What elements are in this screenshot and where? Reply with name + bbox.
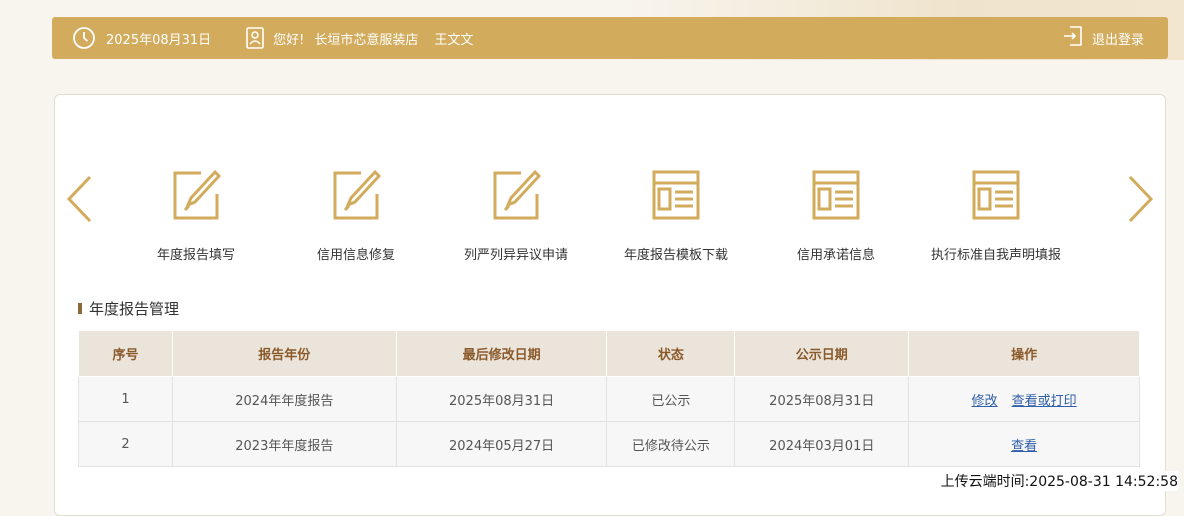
function-template-download[interactable]: 年度报告模板下载 — [601, 168, 751, 263]
clock-icon — [72, 26, 96, 50]
cell-status: 已公示 — [606, 376, 736, 422]
function-credit-repair[interactable]: 信用信息修复 — [281, 168, 431, 263]
cell-report-year: 2023年年度报告 — [171, 421, 397, 467]
annual-report-table: 序号 报告年份 最后修改日期 状态 公示日期 操作 1 2024年年度报告 20… — [78, 330, 1140, 467]
current-date: 2025年08月31日 — [106, 32, 212, 48]
cell-actions: 查看 — [908, 421, 1140, 467]
table-row: 2 2023年年度报告 2024年05月27日 已修改待公示 2024年03月0… — [78, 421, 1140, 467]
column-header: 报告年份 — [171, 330, 397, 377]
column-header: 最后修改日期 — [395, 330, 608, 377]
function-label: 执行标准自我声明填报 — [930, 248, 1061, 263]
logout-label: 退出登录 — [1091, 32, 1144, 48]
section-title-text: 年度报告管理 — [89, 300, 180, 318]
function-label: 列严列异异议申请 — [463, 248, 568, 263]
function-annual-report-fill[interactable]: 年度报告填写 — [121, 168, 271, 263]
edit-link[interactable]: 修改 — [972, 394, 998, 409]
table-row: 1 2024年年度报告 2025年08月31日 已公示 2025年08月31日 … — [78, 376, 1140, 422]
cell-actions: 修改 查看或打印 — [908, 376, 1140, 422]
cell-report-year: 2024年年度报告 — [171, 376, 397, 422]
upload-time: 上传云端时间:2025-08-31 14:52:58 — [940, 471, 1178, 491]
view-print-link[interactable]: 查看或打印 — [1012, 394, 1077, 409]
function-objection-application[interactable]: 列严列异异议申请 — [441, 168, 591, 263]
upload-timestamp: 2025-08-31 14:52:58 — [1029, 474, 1178, 490]
cell-no: 2 — [78, 421, 173, 467]
cell-no: 1 — [78, 376, 173, 422]
cell-modified-date: 2025年08月31日 — [395, 376, 608, 422]
edit-icon — [281, 168, 431, 226]
function-standard-declaration[interactable]: 执行标准自我声明填报 — [921, 168, 1071, 263]
column-header: 状态 — [606, 330, 736, 377]
function-label: 信用承诺信息 — [796, 248, 875, 263]
column-header: 操作 — [908, 330, 1140, 377]
top-bar: 2025年08月31日 您好! 长垣市芯意服装店 王文文 退出登录 — [52, 17, 1168, 59]
cell-published-date: 2024年03月01日 — [734, 421, 910, 467]
cell-published-date: 2025年08月31日 — [734, 376, 910, 422]
cell-status: 已修改待公示 — [606, 421, 736, 467]
upload-label: 上传云端时间: — [940, 474, 1030, 490]
column-header: 序号 — [78, 330, 173, 377]
user-icon — [245, 27, 265, 49]
carousel-next-arrow[interactable] — [1126, 174, 1156, 228]
function-label: 信用信息修复 — [316, 248, 395, 263]
greeting-text: 您好! — [273, 32, 305, 48]
template-icon — [921, 168, 1071, 226]
edit-icon — [121, 168, 271, 226]
section-title: 年度报告管理 — [78, 298, 179, 319]
edit-icon — [441, 168, 591, 226]
section-marker — [78, 303, 82, 314]
template-icon — [761, 168, 911, 226]
cell-modified-date: 2024年05月27日 — [395, 421, 608, 467]
column-header: 公示日期 — [734, 330, 910, 377]
logout-button[interactable]: 退出登录 — [1062, 17, 1144, 59]
shop-name: 长垣市芯意服装店 — [314, 32, 419, 48]
template-icon — [601, 168, 751, 226]
function-credit-commitment[interactable]: 信用承诺信息 — [761, 168, 911, 263]
user-name: 王文文 — [434, 32, 474, 48]
function-label: 年度报告填写 — [156, 248, 235, 263]
logout-icon — [1062, 25, 1084, 51]
function-label: 年度报告模板下载 — [623, 248, 728, 263]
carousel-prev-arrow[interactable] — [64, 174, 94, 228]
view-link[interactable]: 查看 — [1011, 439, 1037, 454]
table-header-row: 序号 报告年份 最后修改日期 状态 公示日期 操作 — [78, 330, 1140, 377]
